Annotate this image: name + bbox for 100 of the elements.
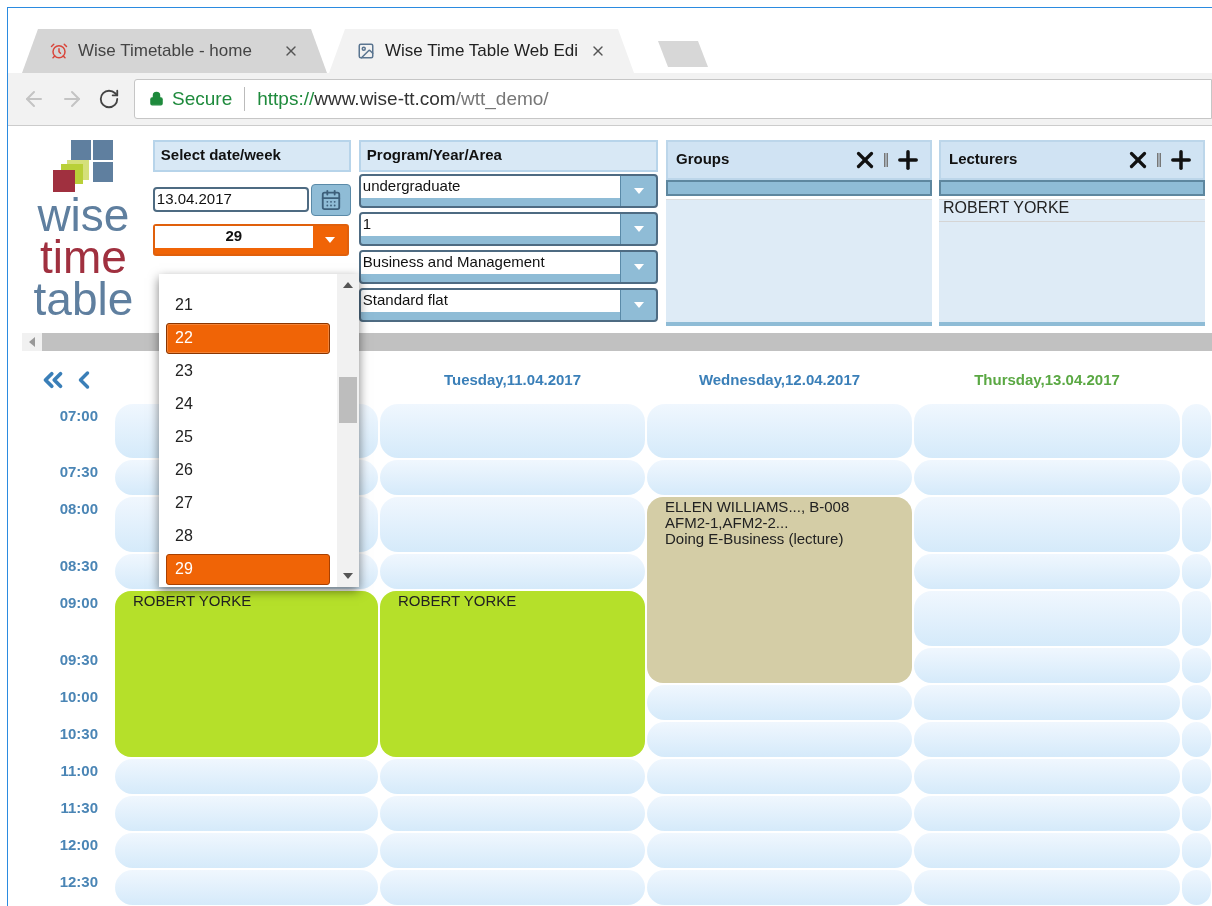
url-text: https://www.wise-tt.com/wtt_demo/: [257, 86, 549, 112]
up-arrow-icon[interactable]: [343, 281, 353, 288]
time-slot[interactable]: [647, 722, 912, 757]
time-slot[interactable]: [914, 796, 1180, 831]
browser-tab[interactable]: Wise Time Table Web Edi: [329, 29, 634, 74]
logo-text: time: [39, 235, 127, 278]
time-slot[interactable]: [647, 759, 912, 794]
time-slot[interactable]: [380, 554, 645, 589]
week-option[interactable]: 26: [166, 454, 330, 486]
time-label: 10:00: [59, 687, 98, 707]
time-label: 11:00: [60, 761, 98, 781]
time-label: 12:30: [59, 872, 98, 892]
time-slot[interactable]: [1182, 460, 1211, 495]
caret-icon: [324, 236, 335, 243]
time-slot[interactable]: [380, 497, 645, 552]
time-slot[interactable]: [115, 759, 378, 794]
panel-title: Program/Year/Area: [366, 145, 502, 166]
lesson-text: Doing E-Business (lecture): [665, 531, 845, 547]
time-slot[interactable]: [647, 870, 912, 905]
secure-label: Secure: [172, 86, 233, 111]
dropdown-select[interactable]: undergraduate: [358, 173, 658, 208]
lesson-card[interactable]: ROBERT YORKE: [115, 591, 378, 757]
panel-title: Groups: [676, 149, 731, 170]
time-slot[interactable]: [1182, 722, 1211, 757]
time-slot[interactable]: [914, 870, 1180, 905]
tab-title: Wise Time Table Web Edi: [385, 40, 580, 63]
calendar-button[interactable]: [310, 183, 351, 216]
time-slot[interactable]: [914, 685, 1180, 720]
alarm-clock-icon: [50, 42, 68, 61]
time-slot[interactable]: [380, 460, 645, 495]
week-option[interactable]: 23: [166, 355, 330, 387]
time-slot[interactable]: [380, 404, 645, 458]
grip-icon[interactable]: [1157, 152, 1161, 167]
address-bar[interactable]: Secure https://www.wise-tt.com/wtt_demo/: [134, 78, 1212, 119]
lesson-text: ELLEN WILLIAMS..., B-008: [665, 499, 851, 515]
time-slot[interactable]: [380, 833, 645, 868]
time-slot[interactable]: [1182, 591, 1211, 646]
time-slot[interactable]: [647, 404, 912, 458]
time-slot[interactable]: [1182, 648, 1211, 683]
caret-icon: [633, 263, 644, 270]
browser-tab[interactable]: Wise Timetable - home: [22, 29, 327, 74]
day-header: Wednesday,12.04.2017: [698, 369, 861, 390]
calendar-icon: [319, 188, 342, 211]
time-slot[interactable]: [914, 497, 1180, 552]
time-slot[interactable]: [914, 591, 1180, 646]
time-slot[interactable]: [115, 796, 378, 831]
time-slot[interactable]: [1182, 497, 1211, 552]
list-item[interactable]: ROBERT YORKE: [939, 195, 1205, 222]
week-option[interactable]: 25: [166, 421, 330, 453]
time-slot[interactable]: [380, 870, 645, 905]
time-slot[interactable]: [647, 796, 912, 831]
left-arrow-icon[interactable]: [29, 336, 35, 347]
lesson-text: ROBERT YORKE: [398, 593, 518, 609]
time-label: 09:30: [59, 650, 98, 670]
week-select[interactable]: 29: [152, 223, 349, 256]
reload-icon[interactable]: [98, 87, 120, 110]
lesson-card[interactable]: ROBERT YORKE: [380, 591, 645, 757]
lesson-text: AFM2-1,AFM2-2...: [665, 515, 790, 531]
time-slot[interactable]: [115, 870, 378, 905]
time-slot[interactable]: [914, 833, 1180, 868]
time-slot[interactable]: [1182, 404, 1211, 458]
scrollbar[interactable]: [337, 273, 359, 587]
week-option[interactable]: 24: [166, 388, 330, 420]
time-label: 07:00: [59, 406, 98, 426]
time-slot[interactable]: [647, 685, 912, 720]
time-slot[interactable]: [914, 722, 1180, 757]
dropdown-select[interactable]: 1: [358, 211, 658, 246]
time-slot[interactable]: [647, 833, 912, 868]
time-slot[interactable]: [914, 404, 1180, 458]
grip-icon[interactable]: [884, 152, 888, 167]
time-slot[interactable]: [380, 796, 645, 831]
caret-icon: [633, 225, 644, 232]
time-label: 10:30: [59, 724, 98, 744]
day-header: Tuesday,11.04.2017: [443, 369, 581, 390]
time-slot[interactable]: [1182, 796, 1211, 831]
dropdown-select[interactable]: Standard flat: [358, 287, 658, 322]
lesson-card[interactable]: ELLEN WILLIAMS..., B-008 AFM2-1,AFM2-2... Doing E-Business (lecture): [647, 497, 912, 683]
dropdown-select[interactable]: Business and Management: [358, 249, 658, 284]
week-option[interactable]: 28: [166, 520, 330, 552]
time-slot[interactable]: [647, 460, 912, 495]
image-icon: [357, 42, 375, 61]
logo-text: table: [33, 277, 134, 320]
scroll-thumb[interactable]: [339, 377, 357, 424]
time-slot[interactable]: [115, 833, 378, 868]
time-slot[interactable]: [914, 460, 1180, 495]
date-field[interactable]: 13.04.2017: [152, 187, 309, 213]
time-slot[interactable]: [380, 759, 645, 794]
tab-title: Wise Timetable - home: [78, 40, 253, 63]
time-label: 08:30: [59, 556, 98, 576]
time-slot[interactable]: [914, 648, 1180, 683]
time-slot[interactable]: [1182, 833, 1211, 868]
week-option[interactable]: 27: [166, 487, 330, 519]
time-slot[interactable]: [914, 759, 1180, 794]
logo-text: wise: [37, 193, 130, 236]
week-option[interactable]: 21: [166, 289, 330, 321]
time-slot[interactable]: [1182, 759, 1211, 794]
time-slot[interactable]: [1182, 554, 1211, 589]
time-slot[interactable]: [914, 554, 1180, 589]
time-slot[interactable]: [1182, 685, 1211, 720]
time-slot[interactable]: [1182, 870, 1211, 905]
